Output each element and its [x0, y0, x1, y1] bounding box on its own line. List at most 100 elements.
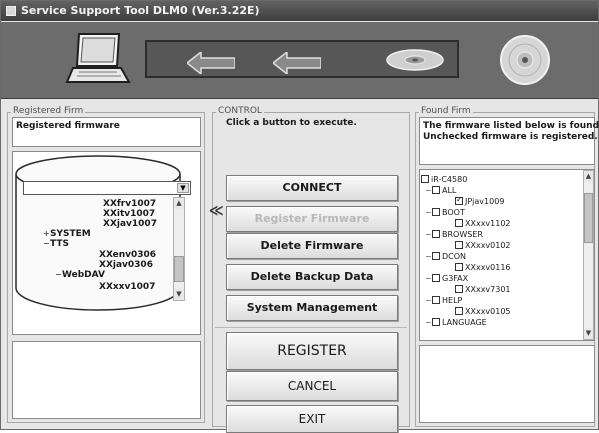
- checkbox[interactable]: [455, 263, 463, 271]
- tree-item[interactable]: XXxxv1102: [455, 219, 511, 229]
- tree-item-label: XXxxv0102: [465, 241, 511, 250]
- scroll-thumb[interactable]: [584, 193, 593, 243]
- tree-item-label: TTS: [50, 239, 69, 249]
- collapse-icon[interactable]: −: [55, 270, 62, 280]
- registered-header-box: Registered firmware: [12, 117, 201, 147]
- found-firm-group-label: Found Firm: [419, 106, 473, 116]
- chevron-down-icon[interactable]: ▼: [177, 183, 189, 193]
- checkbox[interactable]: [432, 230, 440, 238]
- tree-item[interactable]: iR-C4580: [421, 175, 467, 185]
- tree-item[interactable]: −TTS: [43, 239, 69, 249]
- collapse-icon[interactable]: −: [425, 274, 432, 284]
- registered-firmware-tree[interactable]: XXfrv1007 XXitv1007 XXjav1007 +SYSTEM −T…: [41, 197, 181, 301]
- checkbox[interactable]: [455, 241, 463, 249]
- collapse-icon[interactable]: −: [425, 230, 432, 240]
- tree-item[interactable]: −WebDAV: [55, 270, 105, 280]
- collapse-icon[interactable]: −: [425, 186, 432, 196]
- tree-item-label: XXxxv1102: [465, 219, 511, 228]
- found-header-box: The firmware listed below is found. Unch…: [419, 117, 599, 165]
- tree-item-label: XXxxv7301: [465, 285, 511, 294]
- tree-item[interactable]: XXxxv0116: [455, 263, 511, 273]
- system-management-button[interactable]: System Management: [226, 295, 398, 321]
- transfer-arrow-icon: ≪: [209, 203, 224, 219]
- tree-item[interactable]: XXitv1007: [103, 209, 155, 219]
- collapse-icon[interactable]: −: [425, 208, 432, 218]
- tree-item-label: G3FAX: [442, 274, 469, 283]
- found-header-line2: Unchecked firmware is registered.: [423, 132, 598, 142]
- tree-item[interactable]: XXxxv7301: [455, 285, 511, 295]
- tree-item[interactable]: +SYSTEM: [43, 229, 91, 239]
- found-tree-scrollbar[interactable]: ▲ ▼: [583, 170, 594, 340]
- tree-item-label: XXxxv0105: [465, 307, 511, 316]
- tree-item[interactable]: XXenv0306: [99, 250, 156, 260]
- collapse-icon[interactable]: −: [425, 252, 432, 262]
- tree-item[interactable]: − BROWSER: [425, 230, 483, 240]
- collapse-icon[interactable]: −: [425, 318, 432, 328]
- tree-item[interactable]: XXxxv1007: [99, 282, 155, 292]
- checkbox[interactable]: [455, 307, 463, 315]
- tree-item[interactable]: − DCON: [425, 252, 466, 262]
- checkbox[interactable]: [432, 296, 440, 304]
- checkbox[interactable]: [455, 219, 463, 227]
- laptop-icon: [65, 33, 131, 83]
- found-firmware-tree[interactable]: iR-C4580 −ALL JPjav1009 −BOOT XXxxv1102 …: [419, 173, 589, 341]
- tree-item[interactable]: − LANGUAGE: [425, 318, 487, 328]
- flow-banner: [1, 22, 598, 99]
- tree-item[interactable]: − G3FAX: [425, 274, 468, 284]
- divider: [215, 327, 407, 328]
- tree-item-label: iR-C4580: [431, 175, 468, 184]
- scroll-down-icon[interactable]: ▼: [584, 328, 593, 339]
- registered-tree-scrollbar[interactable]: ▲ ▼: [173, 197, 185, 301]
- main-window: Service Support Tool DLM0 (Ver.3.22E) Re…: [0, 0, 599, 433]
- delete-backup-data-button[interactable]: Delete Backup Data: [226, 264, 398, 290]
- scroll-thumb[interactable]: [174, 256, 184, 282]
- tree-item[interactable]: XXjav1007: [103, 219, 157, 229]
- firmware-model-select[interactable]: ▼: [23, 181, 191, 195]
- checkbox[interactable]: [432, 186, 440, 194]
- title-bar[interactable]: Service Support Tool DLM0 (Ver.3.22E): [1, 1, 598, 21]
- cancel-button[interactable]: CANCEL: [226, 371, 398, 401]
- checkbox[interactable]: [432, 274, 440, 282]
- found-detail-box: [419, 345, 595, 423]
- checkbox[interactable]: [455, 195, 463, 205]
- collapse-icon[interactable]: −: [43, 239, 50, 249]
- delete-firmware-button[interactable]: Delete Firmware: [226, 233, 398, 259]
- tree-item-label: JPjav1009: [465, 197, 505, 206]
- tree-item-label: LANGUAGE: [442, 318, 487, 327]
- tree-item-label: WebDAV: [62, 270, 105, 280]
- tree-item[interactable]: XXxxv0102: [455, 241, 511, 251]
- tree-item-label: XXxxv0116: [465, 263, 511, 272]
- exit-button[interactable]: EXIT: [226, 405, 398, 433]
- collapse-icon[interactable]: −: [425, 296, 432, 306]
- scroll-up-icon[interactable]: ▲: [174, 198, 184, 209]
- disc-icon: [500, 35, 550, 85]
- checkbox[interactable]: [455, 285, 463, 293]
- checkbox[interactable]: [432, 252, 440, 260]
- app-icon: [6, 6, 16, 16]
- control-header: Click a button to execute.: [226, 118, 357, 128]
- checkbox[interactable]: [421, 175, 429, 183]
- left-arrow-icon: [187, 52, 235, 74]
- tree-item[interactable]: − HELP: [425, 296, 462, 306]
- checkbox[interactable]: [432, 208, 440, 216]
- tree-item-label: SYSTEM: [50, 229, 91, 239]
- tree-item-label: BOOT: [442, 208, 465, 217]
- tree-item[interactable]: XXfrv1007: [103, 199, 156, 209]
- tree-item[interactable]: XXxxv0105: [455, 307, 511, 317]
- checkbox[interactable]: [432, 318, 440, 326]
- registered-detail-box: [12, 341, 201, 419]
- tree-item[interactable]: XXjav0306: [99, 260, 153, 270]
- register-firmware-button[interactable]: Register Firmware: [226, 206, 398, 232]
- register-button[interactable]: REGISTER: [226, 332, 398, 370]
- tree-item[interactable]: − BOOT: [425, 208, 465, 218]
- tree-item-label: HELP: [442, 296, 463, 305]
- scroll-up-icon[interactable]: ▲: [584, 171, 593, 182]
- tree-item[interactable]: JPjav1009: [455, 195, 505, 207]
- connect-button[interactable]: CONNECT: [226, 175, 398, 201]
- left-arrow-icon: [273, 52, 321, 74]
- registered-header: Registered firmware: [16, 121, 120, 131]
- window-title: Service Support Tool DLM0 (Ver.3.22E): [21, 4, 260, 17]
- tree-item[interactable]: − ALL: [425, 186, 456, 196]
- scroll-down-icon[interactable]: ▼: [174, 289, 184, 300]
- expand-icon[interactable]: +: [43, 229, 50, 239]
